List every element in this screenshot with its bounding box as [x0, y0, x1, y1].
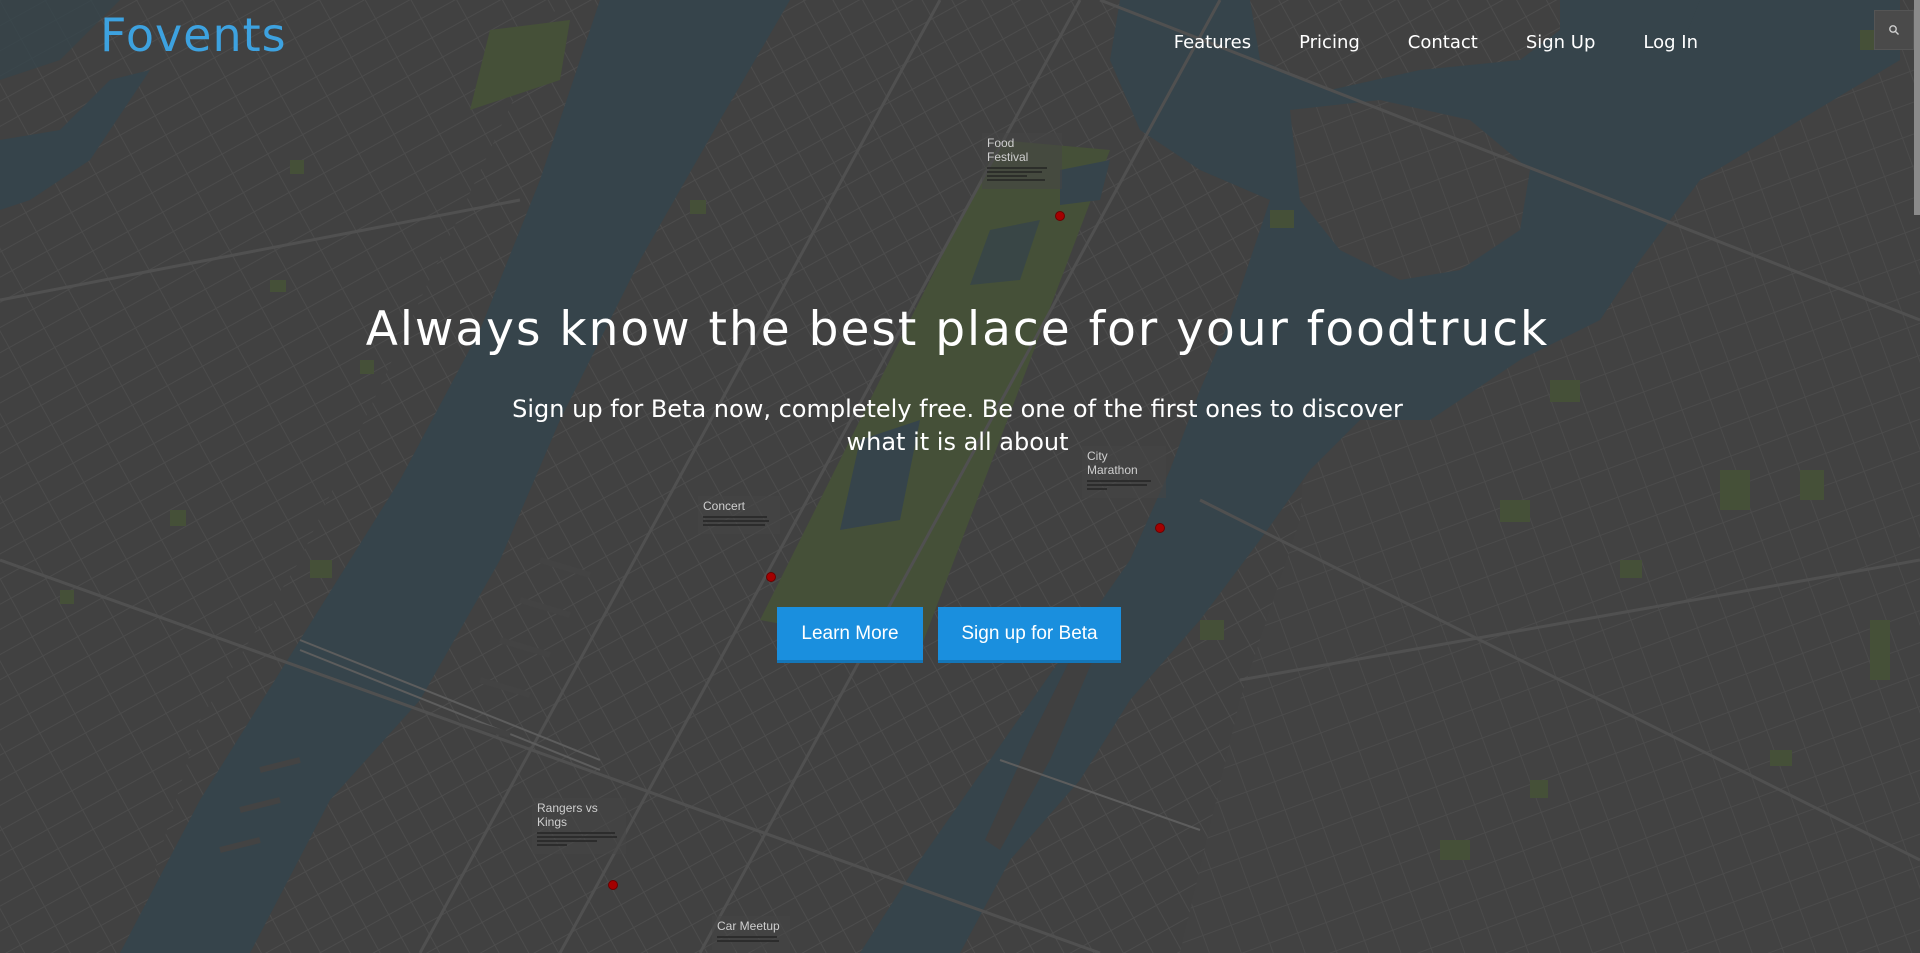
event-description-lines [703, 516, 775, 526]
event-description-lines [537, 832, 621, 846]
event-description-lines [717, 936, 785, 942]
search-button[interactable] [1874, 10, 1914, 50]
event-title: Concert [703, 499, 746, 513]
main-nav: Features Pricing Contact Sign Up Log In [1150, 30, 1722, 55]
event-title: Car Meetup [717, 919, 780, 933]
event-description-lines [987, 167, 1057, 181]
event-pin-rangers-vs-kings[interactable] [608, 880, 618, 890]
nav-features[interactable]: Features [1150, 30, 1275, 55]
event-label-concert[interactable]: Concert [698, 496, 780, 534]
learn-more-button[interactable]: Learn More [777, 607, 923, 663]
fovents-logo[interactable]: Fovents [100, 8, 287, 62]
sign-up-beta-button[interactable]: Sign up for Beta [938, 607, 1121, 663]
nav-sign-up[interactable]: Sign Up [1502, 30, 1620, 55]
event-pin-city-marathon[interactable] [1155, 523, 1165, 533]
hero-title: Always know the best place for your food… [365, 302, 1550, 357]
event-label-food-festival[interactable]: Food Festival [982, 133, 1062, 189]
magnifier-icon [1889, 25, 1899, 35]
event-title: Food Festival [987, 136, 1029, 164]
landing-page: Food Festival Concert City Marathon Rang… [0, 0, 1920, 953]
nav-pricing[interactable]: Pricing [1275, 30, 1384, 55]
event-description-lines [1087, 480, 1161, 490]
nav-log-in[interactable]: Log In [1619, 30, 1722, 55]
nav-contact[interactable]: Contact [1384, 30, 1502, 55]
event-pin-food-festival[interactable] [1055, 211, 1065, 221]
event-label-rangers-vs-kings[interactable]: Rangers vs Kings [532, 798, 626, 854]
scrollbar-thumb[interactable] [1914, 0, 1920, 215]
event-label-car-meetup[interactable]: Car Meetup [712, 916, 790, 950]
event-pin-concert[interactable] [766, 572, 776, 582]
event-title: Rangers vs Kings [537, 801, 598, 829]
hero-subtitle: Sign up for Beta now, completely free. B… [512, 395, 1403, 456]
city-map-background [0, 0, 1920, 953]
